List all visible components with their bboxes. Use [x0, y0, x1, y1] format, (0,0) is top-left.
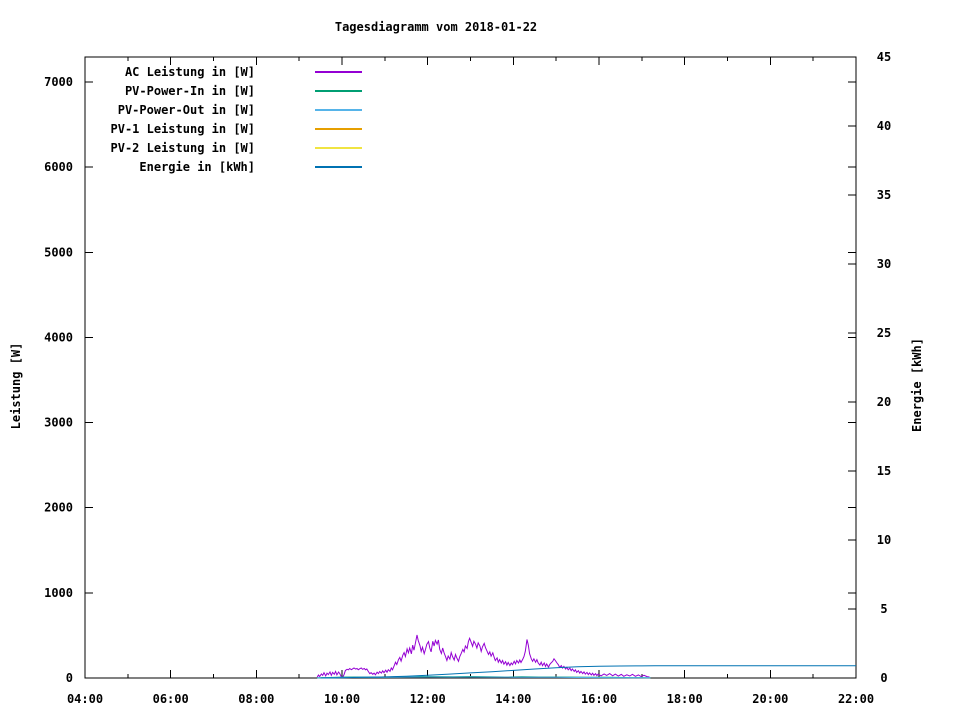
- y-right-tick-label: 45: [877, 50, 891, 64]
- y-right-tick-label: 5: [880, 602, 887, 616]
- legend-color-swatch: [315, 127, 362, 130]
- legend-item-pv-power-out: PV-Power-Out in [W]: [95, 100, 362, 119]
- y-left-tick-label: 4000: [44, 330, 73, 344]
- y-left-tick-label: 5000: [44, 245, 73, 259]
- y-left-tick-label: 3000: [44, 416, 73, 430]
- x-tick-label: 14:00: [495, 692, 531, 706]
- legend-label: AC Leistung in [W]: [124, 64, 255, 79]
- y-left-tick-label: 2000: [44, 501, 73, 515]
- y-right-tick-label: 0: [880, 671, 887, 685]
- y-left-tick-label: 1000: [44, 586, 73, 600]
- chart-title: Tagesdiagramm vom 2018-01-22: [334, 20, 538, 34]
- legend-label: PV-Power-In in [W]: [124, 83, 255, 98]
- series-line-ac-leistung: [316, 634, 650, 678]
- x-tick-label: 04:00: [67, 692, 103, 706]
- y-left-tick-label: 7000: [44, 75, 73, 89]
- y-right-tick-label: 40: [877, 119, 891, 133]
- legend-label: Energie in [kWh]: [139, 159, 255, 174]
- legend-label: PV-2 Leistung in [W]: [110, 140, 256, 155]
- x-tick-label: 18:00: [667, 692, 703, 706]
- series-line-energie: [320, 665, 856, 679]
- legend-color-swatch: [315, 165, 362, 168]
- x-tick-label: 12:00: [410, 692, 446, 706]
- left-axis-title: Leistung [W]: [9, 342, 23, 430]
- legend-label: PV-1 Leistung in [W]: [110, 121, 256, 136]
- legend-color-swatch: [315, 146, 362, 149]
- legend: AC Leistung in [W] PV-Power-In in [W] PV-P…: [95, 62, 362, 176]
- y-right-tick-label: 20: [877, 395, 891, 409]
- y-right-tick-label: 30: [877, 257, 891, 271]
- x-tick-label: 22:00: [838, 692, 874, 706]
- x-tick-label: 16:00: [581, 692, 617, 706]
- legend-color-swatch: [315, 108, 362, 111]
- x-tick-label: 06:00: [153, 692, 189, 706]
- y-right-tick-label: 25: [877, 326, 891, 340]
- legend-item-pv-1-leistung: PV-1 Leistung in [W]: [95, 119, 362, 138]
- legend-item-pv-2-leistung: PV-2 Leistung in [W]: [95, 138, 362, 157]
- chart-canvas: 04:00 06:00 08:00 10:00 12:00 14:00 16:00 18:00…: [0, 0, 960, 720]
- y-right-tick-label: 15: [877, 464, 891, 478]
- right-axis-title: Energie [kWh]: [910, 338, 924, 432]
- x-tick-label: 20:00: [752, 692, 788, 706]
- x-tick-label: 10:00: [324, 692, 360, 706]
- y-right-tick-label: 10: [877, 533, 891, 547]
- legend-item-energie: Energie in [kWh]: [95, 157, 362, 176]
- legend-label: PV-Power-Out in [W]: [117, 102, 255, 117]
- legend-item-ac-leistung: AC Leistung in [W]: [95, 62, 362, 81]
- y-left-tick-label: 0: [66, 671, 73, 685]
- y-right-tick-label: 35: [877, 188, 891, 202]
- legend-color-swatch: [315, 89, 362, 92]
- y-left-tick-label: 6000: [44, 160, 73, 174]
- legend-item-pv-power-in: PV-Power-In in [W]: [95, 81, 362, 100]
- x-tick-label: 08:00: [238, 692, 274, 706]
- legend-color-swatch: [315, 70, 362, 73]
